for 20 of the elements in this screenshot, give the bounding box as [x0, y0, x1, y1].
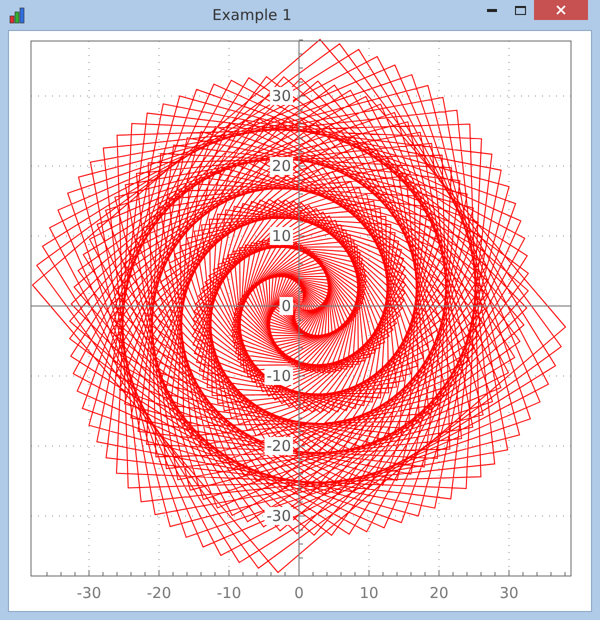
close-icon — [556, 5, 566, 15]
minimize-icon — [487, 8, 497, 12]
y-tick-label: 30 — [272, 87, 291, 105]
y-tick-label: 10 — [272, 227, 291, 245]
y-tick-label: 0 — [281, 297, 291, 315]
y-tick-label: -10 — [266, 367, 291, 385]
x-tick-label: 0 — [294, 584, 304, 602]
x-tick-label: 10 — [359, 584, 379, 602]
x-tick-label: -20 — [146, 584, 172, 602]
x-tick-label: 30 — [499, 584, 519, 602]
x-tick-label: -30 — [76, 584, 102, 602]
maximize-icon — [514, 6, 526, 14]
window-title: Example 1 — [212, 6, 292, 24]
y-tick-label: -30 — [266, 507, 291, 525]
x-tick-label: 20 — [429, 584, 449, 602]
bar-chart-icon — [9, 6, 26, 24]
close-button[interactable] — [534, 0, 588, 20]
x-tick-label: -10 — [216, 584, 242, 602]
y-tick-label: -20 — [266, 437, 291, 455]
y-tick-label: 20 — [272, 157, 291, 175]
